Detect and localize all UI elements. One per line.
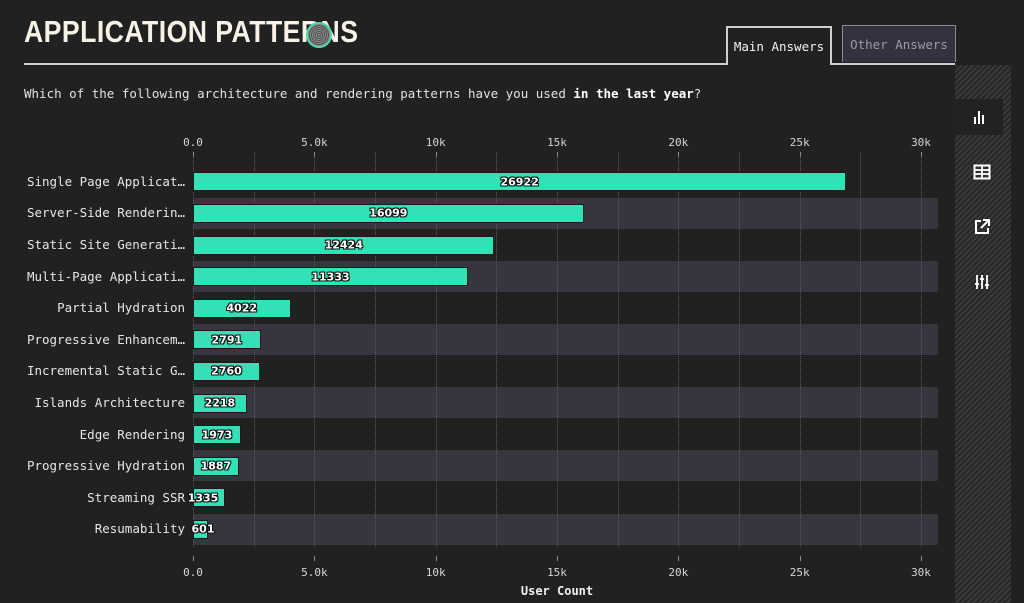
question-suffix: ? [693, 86, 702, 101]
x-tick-label-bottom: 5.0k [301, 566, 328, 579]
x-tick-mark-bottom [193, 556, 194, 561]
x-axis-title: User Count [520, 584, 594, 598]
x-tick-label-bottom: 30k [911, 566, 931, 579]
x-tick-mark-top [921, 152, 922, 157]
category-label: Resumability [94, 521, 185, 537]
category-label: Streaming SSR [87, 489, 185, 505]
bar-chart-view-button[interactable] [955, 99, 1003, 135]
share-button[interactable] [958, 209, 1006, 245]
survey-badge-icon [306, 22, 332, 48]
x-tick-mark-bottom [314, 556, 316, 561]
x-tick-mark-top [799, 152, 801, 157]
chart-sidebar [955, 65, 1011, 603]
x-tick-mark-bottom [557, 556, 558, 561]
category-label: Single Page Applicat… [26, 173, 185, 189]
bar-value-label: 1887 [200, 459, 232, 473]
category-label: Islands Architecture [34, 395, 185, 410]
category-label: Server-Side Renderin… [26, 205, 185, 221]
category-label: Incremental Static G… [26, 363, 185, 379]
x-tick-mark-bottom [799, 556, 801, 561]
bar-value-label: 12424 [324, 238, 363, 252]
x-tick-label-top: 25k [789, 136, 810, 149]
table-icon [973, 164, 991, 180]
question-emphasis: in the last year [573, 86, 694, 101]
header-divider [24, 63, 727, 65]
x-tick-mark-top [678, 152, 680, 157]
x-tick-label-bottom: 15k [547, 566, 567, 579]
bar-value-label: 1335 [187, 491, 219, 505]
x-tick-label-bottom: 10k [425, 566, 446, 579]
category-label: Partial Hydration [57, 300, 185, 316]
gridline [739, 152, 740, 547]
gridline [921, 152, 922, 547]
bar-value-label: 16099 [369, 206, 408, 220]
bar-value-label: 601 [191, 522, 215, 536]
bar-value-label: 1973 [201, 428, 233, 442]
bar-value-label: 4022 [226, 301, 258, 315]
category-label: Progressive Hydration [26, 458, 185, 474]
gridline [678, 152, 680, 547]
row-background [193, 324, 938, 355]
category-label: Static Site Generati… [26, 237, 185, 252]
row-background [193, 513, 938, 545]
x-tick-label-bottom: 25k [789, 566, 810, 579]
category-label: Edge Rendering [79, 426, 185, 442]
tab-other-answers[interactable]: Other Answers [842, 25, 956, 62]
x-tick-mark-top [557, 152, 558, 157]
x-tick-mark-top [314, 152, 316, 157]
x-tick-mark-bottom [921, 556, 922, 561]
gridline [799, 152, 801, 547]
question-text: Which of the following architecture and … [24, 86, 701, 101]
row-background [193, 450, 938, 482]
x-tick-mark-top [193, 152, 194, 157]
row-background [193, 387, 938, 419]
bar-value-label: 2791 [211, 333, 243, 347]
x-tick-label-top: 15k [547, 136, 567, 149]
bar-value-label: 11333 [311, 270, 350, 284]
x-tick-label-top: 10k [425, 136, 446, 149]
bar-value-label: 2760 [211, 364, 242, 378]
tab-main-answers[interactable]: Main Answers [726, 26, 832, 65]
bar-chart-icon [974, 111, 984, 124]
x-tick-mark-top [435, 152, 437, 157]
question-prefix: Which of the following architecture and … [24, 86, 574, 101]
x-tick-label-top: 0.0 [183, 136, 203, 149]
x-tick-label-top: 5.0k [301, 136, 328, 149]
bar-value-label: 26922 [500, 175, 539, 189]
gridline [617, 152, 619, 547]
x-tick-label-top: 30k [911, 136, 931, 149]
x-tick-mark-bottom [435, 556, 437, 561]
chart-settings-button[interactable] [958, 264, 1006, 300]
sliders-icon [975, 275, 989, 289]
x-tick-label-bottom: 0.0 [183, 566, 203, 579]
x-tick-label-top: 20k [668, 136, 689, 149]
table-view-button[interactable] [958, 154, 1006, 190]
category-label: Progressive Enhancem… [26, 331, 185, 347]
gridline [860, 152, 862, 547]
category-label: Multi-Page Applicati… [26, 268, 185, 284]
external-link-icon [975, 219, 990, 234]
x-tick-mark-bottom [678, 556, 680, 561]
header-divider-right [831, 63, 955, 65]
x-tick-label-bottom: 20k [668, 566, 689, 579]
bar-value-label: 2218 [204, 396, 236, 410]
